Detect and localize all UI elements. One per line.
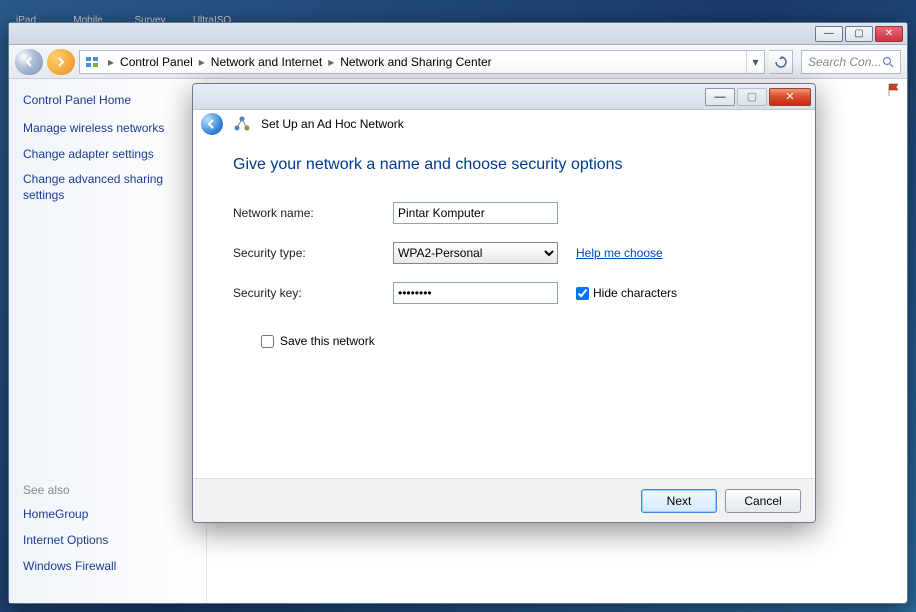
see-also-label: See also — [23, 483, 192, 497]
maximize-button[interactable]: ▢ — [845, 26, 873, 42]
search-icon — [882, 56, 894, 68]
help-me-choose-link[interactable]: Help me choose — [576, 246, 663, 260]
breadcrumb-sep[interactable]: ▸ — [195, 55, 209, 69]
search-placeholder: Search Con... — [808, 55, 881, 69]
sidebar-link-advanced[interactable]: Change advanced sharing settings — [23, 172, 192, 203]
breadcrumb-segment[interactable]: Control Panel — [118, 55, 195, 69]
hide-characters-label: Hide characters — [593, 286, 677, 300]
explorer-navbar: ▸ Control Panel ▸ Network and Internet ▸… — [9, 45, 907, 79]
wizard-header-title: Set Up an Ad Hoc Network — [261, 117, 404, 131]
address-dropdown[interactable]: ▾ — [746, 51, 764, 73]
wizard-header: Set Up an Ad Hoc Network — [193, 110, 815, 138]
hide-characters-checkbox[interactable] — [576, 287, 589, 300]
network-icon — [233, 115, 251, 133]
sidebar-title[interactable]: Control Panel Home — [23, 93, 192, 107]
breadcrumb-segment[interactable]: Network and Sharing Center — [338, 55, 493, 69]
network-name-label: Network name: — [233, 206, 393, 220]
address-bar[interactable]: ▸ Control Panel ▸ Network and Internet ▸… — [79, 50, 765, 74]
next-button[interactable]: Next — [641, 489, 717, 513]
security-key-label: Security key: — [233, 286, 393, 300]
wizard-back-button[interactable] — [201, 113, 223, 135]
nav-forward-button[interactable] — [47, 49, 75, 75]
sidebar-link-homegroup[interactable]: HomeGroup — [23, 507, 192, 523]
sidebar-link-internet-options[interactable]: Internet Options — [23, 533, 192, 549]
sidebar: Control Panel Home Manage wireless netwo… — [9, 79, 207, 603]
wizard-titlebar[interactable]: — ▢ ✕ — [193, 84, 815, 110]
security-key-input[interactable] — [393, 282, 558, 304]
security-type-label: Security type: — [233, 246, 393, 260]
minimize-button[interactable]: — — [815, 26, 843, 42]
search-input[interactable]: Search Con... — [801, 50, 901, 74]
breadcrumb-sep[interactable]: ▸ — [104, 55, 118, 69]
adhoc-wizard-window: — ▢ ✕ Set Up an Ad Hoc Network Give your… — [192, 83, 816, 523]
close-button[interactable]: ✕ — [875, 26, 903, 42]
action-center-flag-icon[interactable] — [887, 83, 901, 97]
wizard-maximize-button[interactable]: ▢ — [737, 88, 767, 106]
nav-back-button[interactable] — [15, 49, 43, 75]
save-network-label: Save this network — [280, 334, 375, 348]
sidebar-link-firewall[interactable]: Windows Firewall — [23, 559, 192, 575]
sidebar-link-wireless[interactable]: Manage wireless networks — [23, 121, 192, 137]
refresh-button[interactable] — [769, 50, 793, 74]
location-icon — [80, 54, 104, 70]
window-titlebar[interactable]: — ▢ ✕ — [9, 23, 907, 45]
wizard-title: Give your network a name and choose secu… — [233, 156, 775, 174]
wizard-close-button[interactable]: ✕ — [769, 88, 811, 106]
wizard-minimize-button[interactable]: — — [705, 88, 735, 106]
breadcrumb-segment[interactable]: Network and Internet — [209, 55, 324, 69]
network-name-input[interactable] — [393, 202, 558, 224]
sidebar-link-adapter[interactable]: Change adapter settings — [23, 147, 192, 163]
cancel-button[interactable]: Cancel — [725, 489, 801, 513]
breadcrumb-sep[interactable]: ▸ — [324, 55, 338, 69]
wizard-body: Give your network a name and choose secu… — [193, 138, 815, 478]
save-network-checkbox[interactable] — [261, 335, 274, 348]
wizard-footer: Next Cancel — [193, 478, 815, 522]
security-type-select[interactable]: WPA2-Personal — [393, 242, 558, 264]
